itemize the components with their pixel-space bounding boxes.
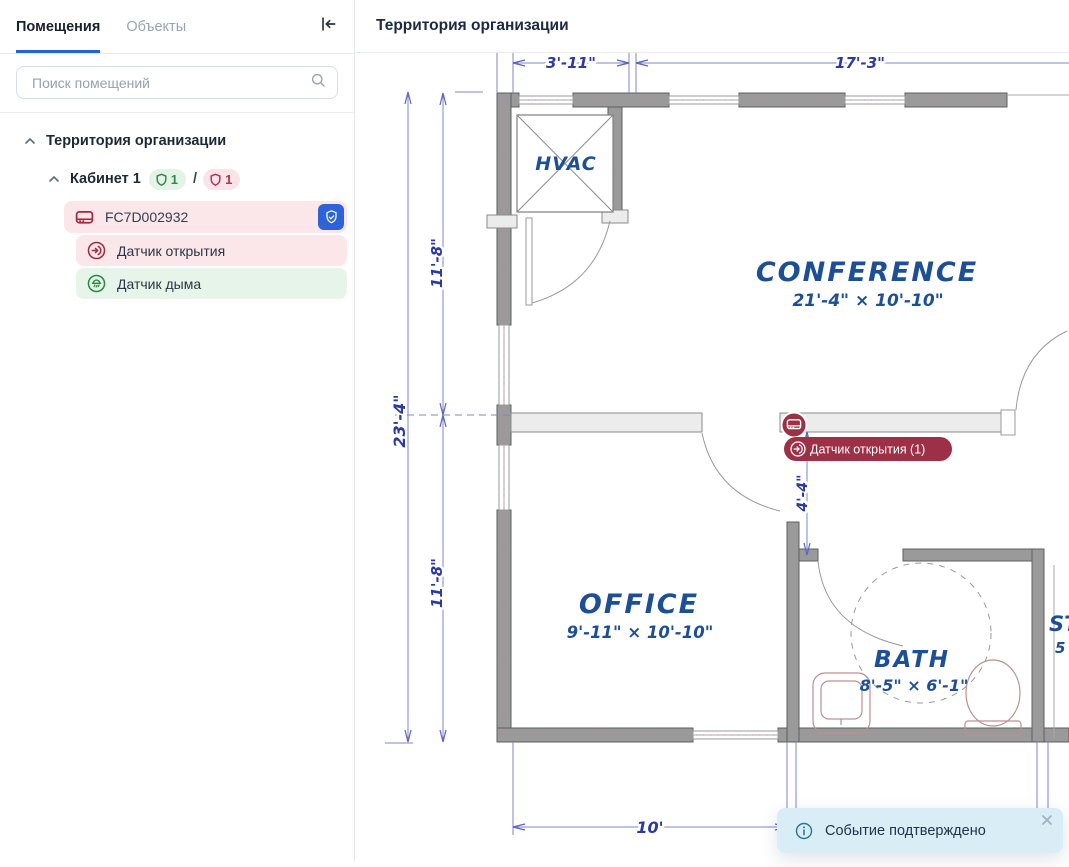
close-icon[interactable]	[1040, 813, 1054, 827]
badge-separator: /	[193, 171, 197, 187]
search-box	[16, 66, 338, 99]
main-header: Территория организации	[355, 0, 1069, 53]
opening-sensor-icon	[86, 240, 107, 261]
tree-item-sensor-smoke[interactable]: Датчик дыма	[76, 268, 347, 299]
device-id: FC7D002932	[105, 209, 318, 225]
collapse-icon	[318, 14, 338, 39]
room-label: Кабинет 1	[70, 171, 141, 187]
dim-door-offset: 4'-4"	[795, 475, 811, 513]
room-size-bath: 8'-5" × 6'-1"	[860, 676, 969, 695]
shield-check-icon	[323, 209, 340, 226]
dim-left-total: 23'-4"	[390, 394, 409, 447]
page-title: Территория организации	[376, 17, 569, 35]
tree-item-device[interactable]: FC7D002932	[64, 201, 347, 233]
sidebar: Помещения Объекты	[0, 0, 355, 862]
tab-objects[interactable]: Объекты	[126, 0, 186, 53]
dim-left-upper: 11'-8"	[428, 238, 446, 288]
room-size-office: 9'-11" × 10'-10"	[567, 623, 714, 642]
sensor-marker[interactable]	[782, 413, 807, 438]
toast-notification: Событие подтверждено	[777, 808, 1063, 853]
ok-count-badge: 1	[149, 169, 186, 190]
tab-rooms[interactable]: Помещения	[16, 0, 100, 53]
sidebar-header: Помещения Объекты	[0, 0, 354, 54]
sensor-label: Датчик открытия	[117, 243, 225, 259]
dim-top-right: 17'-3"	[835, 54, 885, 72]
room-label-conference: CONFERENCE	[756, 257, 978, 288]
room-size-storage: 5	[1055, 639, 1065, 657]
sensor-label: Датчик дыма	[117, 276, 201, 292]
territory-label: Территория организации	[46, 133, 226, 149]
floor-plan: 3'-11" 17'-3" 23'-4" 11'-8" 11'-8" 4'-4"…	[355, 53, 1069, 862]
marker-label-text: Датчик открытия (1)	[810, 443, 925, 457]
tree-item-room[interactable]: Кабинет 1 1 / 1	[0, 163, 354, 195]
search-icon	[309, 71, 327, 94]
tree-item-sensor-opening[interactable]: Датчик открытия	[76, 235, 347, 266]
room-label-bath: BATH	[874, 647, 950, 673]
main-panel: Территория организации	[355, 0, 1069, 862]
sensor-marker-label: Датчик открытия (1)	[784, 437, 952, 461]
dim-left-lower: 11'-8"	[428, 558, 446, 608]
room-size-conference: 21'-4" × 10'-10"	[792, 291, 943, 311]
smoke-sensor-icon	[86, 273, 107, 294]
room-label-hvac: HVAC	[535, 153, 596, 175]
collapse-sidebar-button[interactable]	[318, 0, 338, 53]
tree-item-territory[interactable]: Территория организации	[0, 125, 354, 157]
search-area	[0, 54, 354, 113]
rooms-tree: Территория организации Кабинет 1 1 / 1	[0, 113, 354, 299]
alarm-count-badge: 1	[203, 169, 240, 190]
room-label-office: OFFICE	[579, 589, 699, 620]
dim-bottom: 10'	[636, 818, 663, 837]
search-input[interactable]	[30, 74, 309, 92]
hub-device-icon	[74, 207, 95, 228]
chevron-up-icon[interactable]	[46, 171, 62, 187]
shield-icon	[209, 173, 222, 186]
shield-icon	[155, 173, 168, 186]
guard-mode-button[interactable]	[318, 204, 344, 230]
dim-top-left: 3'-11"	[546, 54, 596, 72]
room-label-storage: ST	[1049, 612, 1069, 636]
info-icon	[794, 821, 814, 841]
toast-message: Событие подтверждено	[825, 823, 986, 839]
dimensions	[385, 53, 1069, 835]
chevron-up-icon[interactable]	[22, 133, 38, 149]
